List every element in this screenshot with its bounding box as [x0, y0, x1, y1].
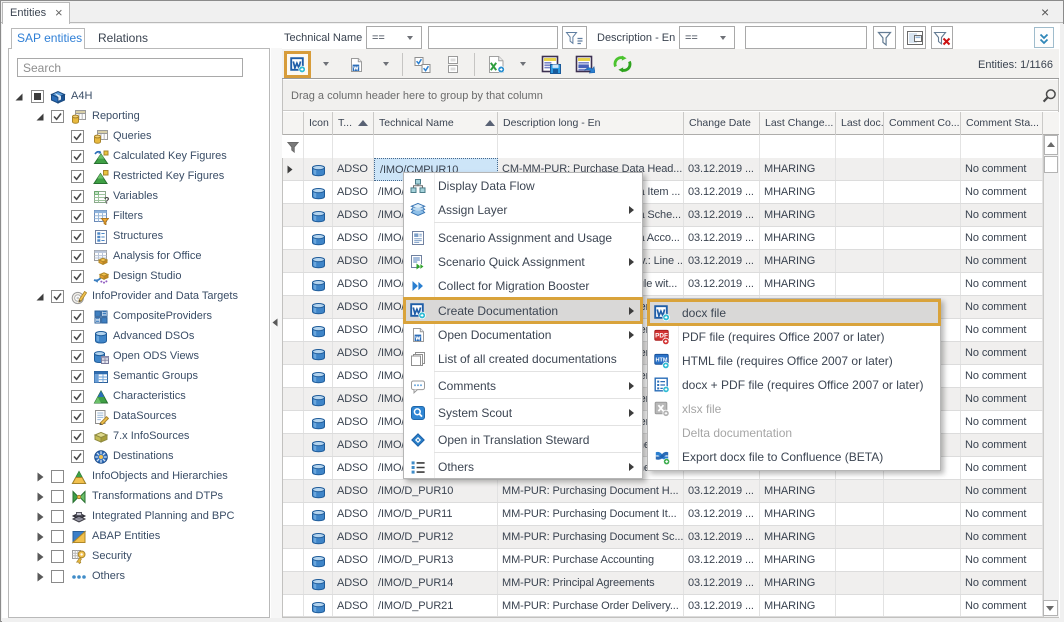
- svg-text:?: ?: [104, 196, 109, 206]
